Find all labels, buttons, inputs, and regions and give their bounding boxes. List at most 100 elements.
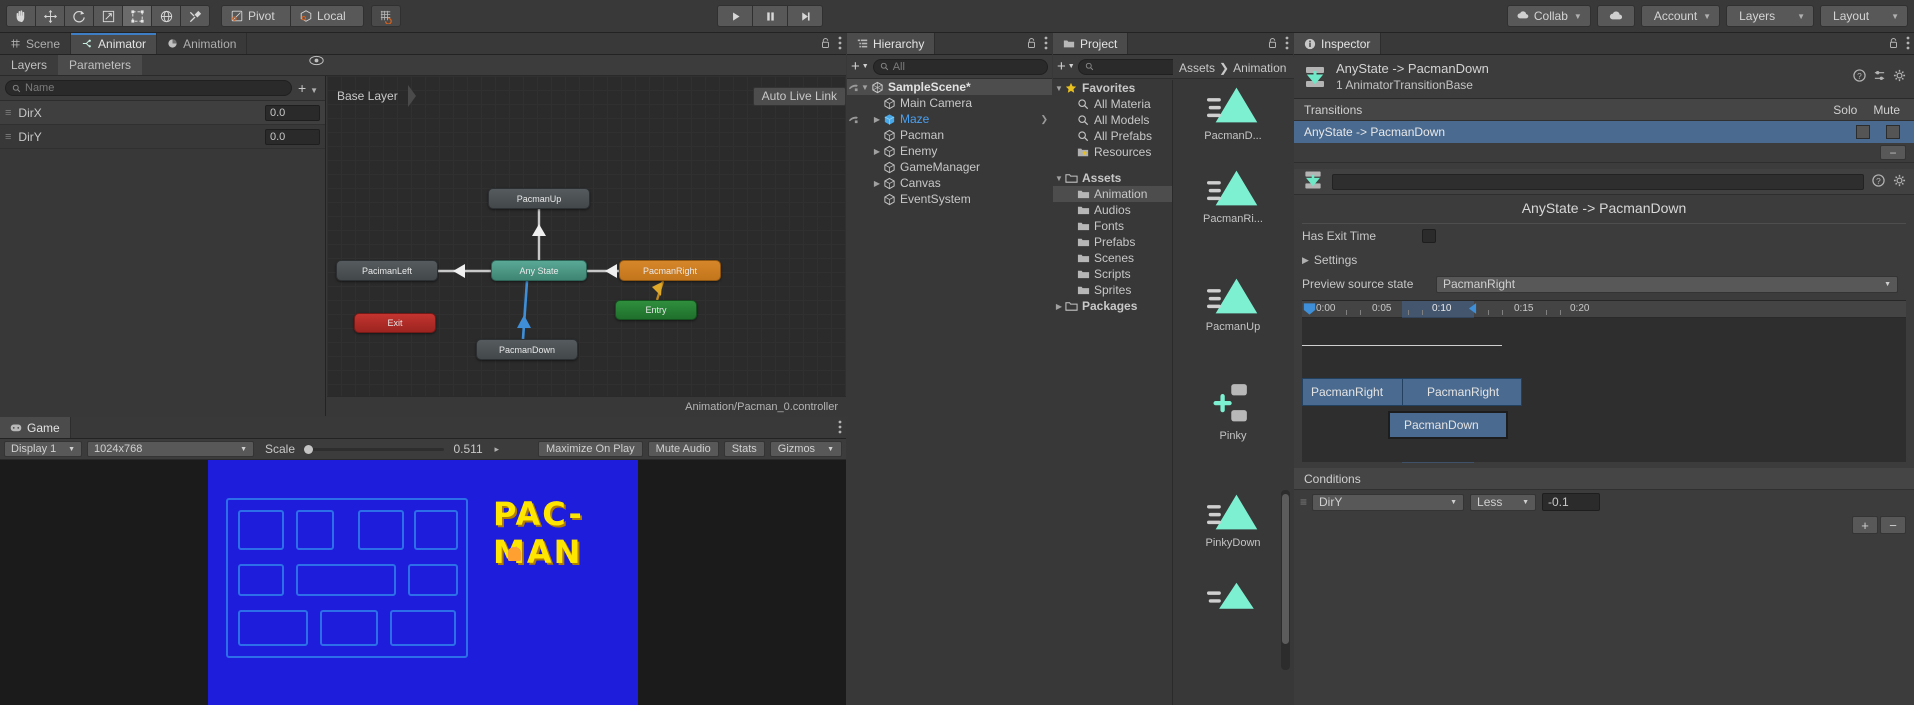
gear-icon[interactable]: [1893, 174, 1906, 190]
preview-source-dropdown[interactable]: PacmanRight ▼: [1436, 276, 1898, 293]
selection-handle-icon[interactable]: [1468, 302, 1477, 318]
condition-threshold-field[interactable]: -0.1: [1542, 493, 1600, 511]
scale-slider[interactable]: [304, 448, 444, 451]
rect-tool-button[interactable]: [122, 5, 152, 27]
help-icon[interactable]: ?: [1853, 69, 1866, 85]
hierarchy-item-maze[interactable]: ▶ Maze ❯: [847, 111, 1052, 127]
hierarchy-item-gamemanager[interactable]: GameManager: [847, 159, 1052, 175]
play-button[interactable]: [717, 5, 753, 27]
has-exit-time-checkbox[interactable]: [1422, 229, 1436, 243]
expand-arrow-icon[interactable]: ▼: [859, 83, 871, 92]
asset-item-partial[interactable]: [1173, 574, 1293, 614]
help-icon[interactable]: ?: [1872, 174, 1885, 190]
asset-item-pinky[interactable]: Pinky: [1173, 358, 1293, 466]
project-item-resources[interactable]: Resources: [1053, 144, 1172, 160]
state-node-entry[interactable]: Entry: [615, 300, 697, 320]
layer-eye-toggle[interactable]: [298, 55, 624, 66]
lock-icon[interactable]: [1026, 37, 1037, 52]
tab-project[interactable]: Project: [1053, 33, 1128, 54]
grid-snap-button[interactable]: [371, 5, 401, 27]
panel-menu-icon[interactable]: [838, 36, 842, 53]
hand-tool-button[interactable]: [6, 5, 36, 27]
account-dropdown[interactable]: Account ▼: [1641, 5, 1720, 27]
expand-arrow-icon[interactable]: ▶: [871, 115, 883, 124]
breadcrumb-animation[interactable]: Animation: [1233, 61, 1286, 75]
panel-menu-icon[interactable]: [838, 420, 842, 437]
preview-clip-pacmandown[interactable]: PacmanDown: [1388, 411, 1508, 439]
condition-comparison-dropdown[interactable]: Less ▼: [1470, 494, 1536, 511]
preview-clip-pacmanright-a[interactable]: PacmanRight: [1302, 378, 1412, 406]
preset-icon[interactable]: [1873, 69, 1886, 85]
auto-live-link-button[interactable]: Auto Live Link: [753, 87, 846, 106]
project-item-fonts[interactable]: Fonts: [1053, 218, 1172, 234]
hierarchy-item-enemy[interactable]: ▶ Enemy: [847, 143, 1052, 159]
parameter-search-input[interactable]: Name: [5, 80, 292, 96]
breadcrumb-assets[interactable]: Assets: [1179, 61, 1215, 75]
resolution-dropdown[interactable]: 1024x768 ▼: [87, 441, 254, 457]
scale-slider-knob[interactable]: [304, 445, 313, 454]
stats-button[interactable]: Stats: [724, 441, 765, 457]
expand-arrow-icon[interactable]: ▶: [871, 147, 883, 156]
timeline-ruler[interactable]: 0:00 0:05 0:10 0:15 0:20: [1302, 301, 1906, 318]
project-item-prefabs[interactable]: Prefabs: [1053, 234, 1172, 250]
state-node-pacimanleft[interactable]: PacimanLeft: [336, 260, 438, 281]
expand-arrow-icon[interactable]: ▶: [871, 179, 883, 188]
state-node-pacmandown[interactable]: PacmanDown: [476, 339, 578, 360]
breadcrumb-base-layer[interactable]: Base Layer: [327, 89, 408, 103]
mute-checkbox[interactable]: [1886, 125, 1900, 139]
mute-audio-button[interactable]: Mute Audio: [648, 441, 719, 457]
pause-button[interactable]: [752, 5, 788, 27]
project-item-sprites[interactable]: Sprites: [1053, 282, 1172, 298]
display-dropdown[interactable]: Display 1 ▼: [4, 441, 82, 457]
drag-handle-icon[interactable]: ≡: [5, 131, 10, 143]
drag-handle-icon[interactable]: ≡: [1300, 495, 1306, 509]
drag-handle-icon[interactable]: ≡: [5, 107, 10, 119]
project-item-packages[interactable]: ▶ Packages: [1053, 298, 1172, 314]
parameter-value-field[interactable]: 0.0: [265, 129, 320, 145]
collab-dropdown[interactable]: Collab ▼: [1507, 5, 1591, 27]
local-toggle[interactable]: Local: [290, 5, 364, 27]
project-item-scenes[interactable]: Scenes: [1053, 250, 1172, 266]
state-node-pacmanup[interactable]: PacmanUp: [488, 188, 590, 209]
move-tool-button[interactable]: [35, 5, 65, 27]
state-node-anystate[interactable]: Any State: [491, 260, 587, 281]
settings-foldout-row[interactable]: ▶ Settings: [1294, 248, 1914, 272]
parameter-row-dirx[interactable]: ≡ DirX 0.0: [0, 101, 325, 125]
project-item-all-materials[interactable]: All Materia: [1053, 96, 1172, 112]
condition-parameter-dropdown[interactable]: DirY ▼: [1312, 494, 1464, 511]
rotate-tool-button[interactable]: [64, 5, 94, 27]
remove-condition-button[interactable]: −: [1880, 516, 1906, 534]
state-node-exit[interactable]: Exit: [354, 313, 436, 333]
layout-dropdown[interactable]: Layout ▼: [1820, 5, 1908, 27]
scale-tool-button[interactable]: [93, 5, 123, 27]
tab-scene[interactable]: Scene: [0, 33, 71, 54]
project-item-favorites[interactable]: ▼ Favorites: [1053, 80, 1172, 96]
panel-menu-icon[interactable]: [1285, 36, 1289, 53]
game-viewport[interactable]: PAC-MAN: [0, 460, 846, 705]
parameter-value-field[interactable]: 0.0: [265, 105, 320, 121]
asset-item-pacmanup[interactable]: PacmanUp: [1173, 250, 1293, 358]
project-item-all-models[interactable]: All Models: [1053, 112, 1172, 128]
lock-icon[interactable]: [820, 37, 831, 52]
tab-hierarchy[interactable]: Hierarchy: [847, 33, 935, 54]
remove-transition-button[interactable]: −: [1880, 145, 1906, 160]
cloud-button[interactable]: [1597, 5, 1635, 27]
maximize-on-play-button[interactable]: Maximize On Play: [538, 441, 643, 457]
solo-checkbox[interactable]: [1856, 125, 1870, 139]
hierarchy-item-canvas[interactable]: ▶ Canvas: [847, 175, 1052, 191]
panel-menu-icon[interactable]: [1044, 36, 1048, 53]
panel-menu-icon[interactable]: [1906, 36, 1910, 53]
expand-arrow-icon[interactable]: ▼: [1053, 84, 1065, 93]
hierarchy-item-eventsystem[interactable]: EventSystem: [847, 191, 1052, 207]
project-item-assets[interactable]: ▼ Assets: [1053, 170, 1172, 186]
step-button[interactable]: [787, 5, 823, 27]
custom-tool-button[interactable]: [180, 5, 210, 27]
transition-name-input[interactable]: [1332, 174, 1864, 190]
project-item-animation[interactable]: Animation: [1053, 186, 1172, 202]
gear-icon[interactable]: [1893, 69, 1906, 85]
tab-animation[interactable]: Animation: [157, 33, 247, 54]
project-scrollbar[interactable]: [1281, 490, 1290, 670]
tab-animator[interactable]: Animator: [71, 33, 157, 54]
layers-dropdown[interactable]: Layers ▼: [1726, 5, 1814, 27]
expand-arrow-icon[interactable]: ▼: [1053, 174, 1065, 183]
